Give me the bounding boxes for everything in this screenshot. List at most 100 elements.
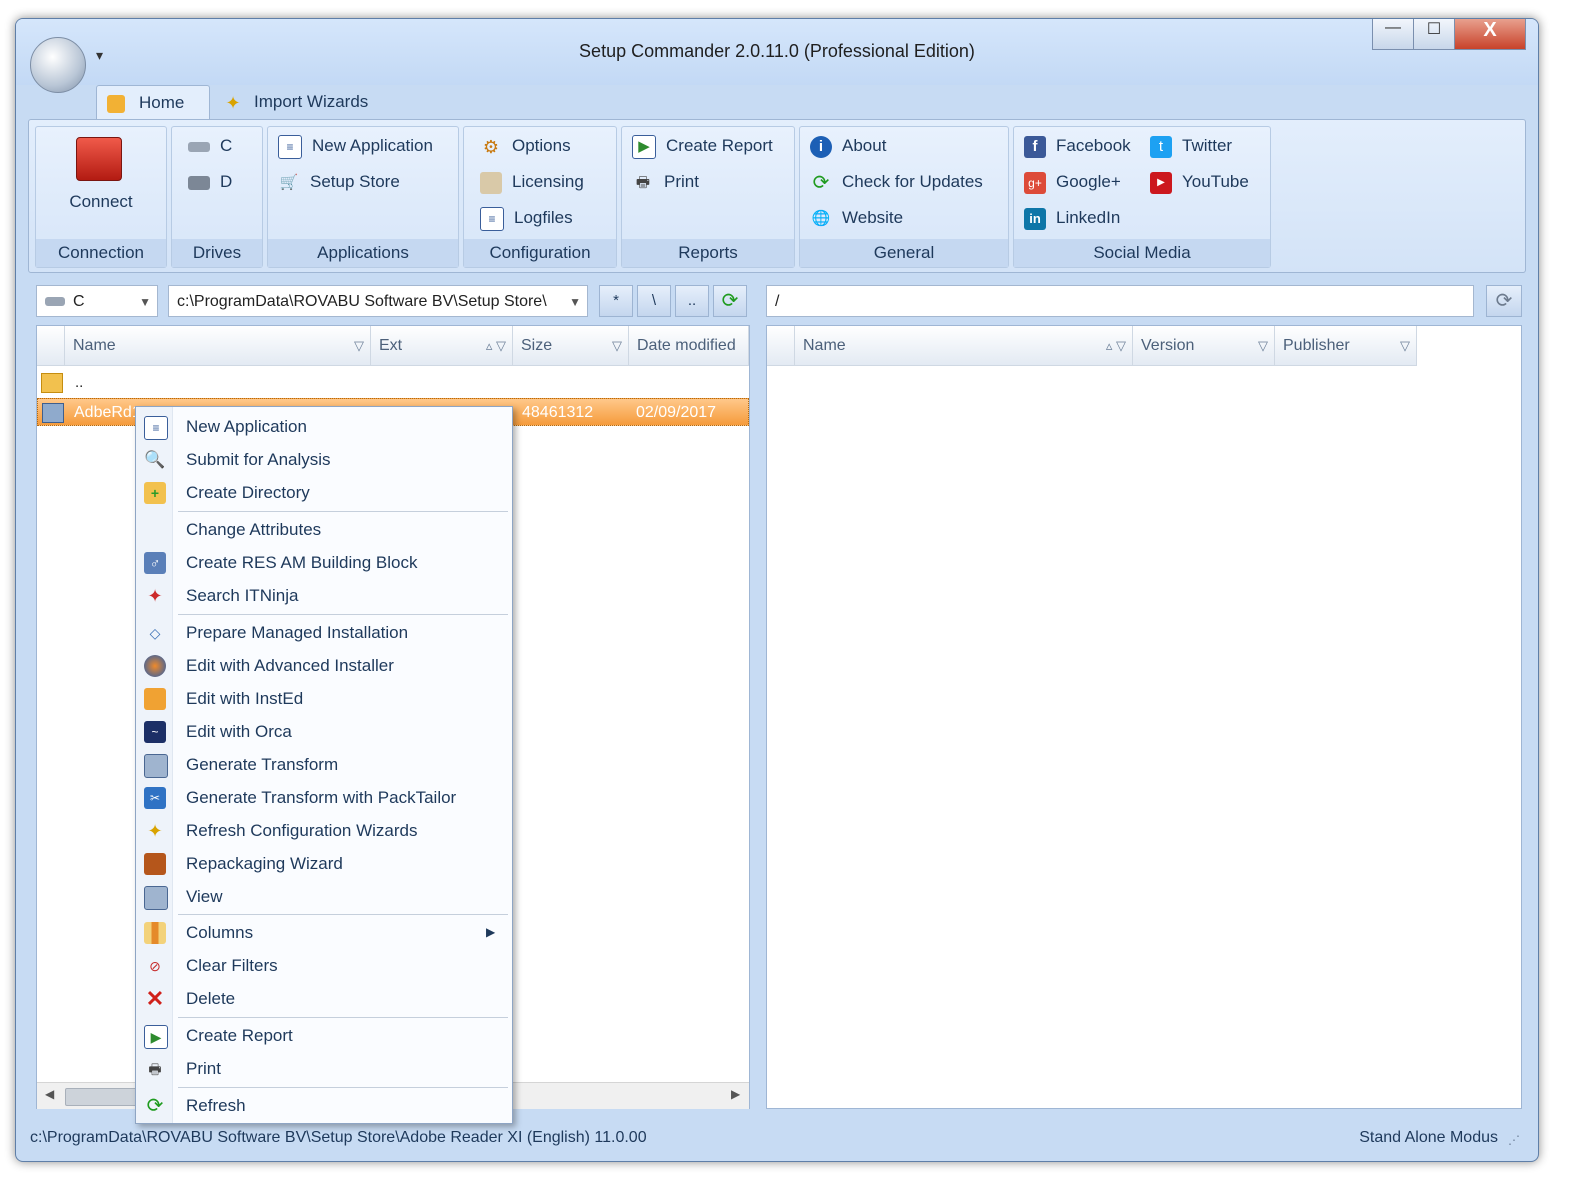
root-filter-button[interactable]: * — [599, 285, 633, 317]
twitter-icon: t — [1150, 135, 1172, 158]
column-header-size[interactable]: Size ▽ — [513, 326, 629, 366]
menu-item-clear-filters[interactable]: ⊘ Clear Filters — [136, 949, 512, 982]
scroll-left-icon[interactable]: ◀ — [45, 1087, 54, 1101]
window-title: Setup Commander 2.0.11.0 (Professional E… — [579, 41, 975, 61]
menu-item-prepare-managed-installation[interactable]: ◇ Prepare Managed Installation — [136, 616, 512, 649]
menu-item-print[interactable]: 🖶 Print — [136, 1052, 512, 1085]
right-path-input[interactable]: / — [766, 285, 1474, 317]
google-plus-button[interactable]: g+ Google+ — [1024, 169, 1121, 195]
print-button[interactable]: 🖶 Print — [632, 169, 699, 195]
scroll-right-icon[interactable]: ▶ — [731, 1087, 740, 1101]
close-button[interactable]: X — [1454, 19, 1526, 50]
menu-item-create-report[interactable]: ▶ Create Report — [136, 1019, 512, 1052]
menu-item-search-itninja[interactable]: ✦ Search ITNinja — [136, 579, 512, 612]
managed-install-icon: ◇ — [149, 625, 161, 641]
filter-icon[interactable]: ▽ — [1258, 326, 1268, 366]
context-menu: ≡ New Application 🔍 Submit for Analysis + C… — [135, 406, 513, 1124]
cd-drive-icon — [188, 175, 210, 190]
menu-item-create-directory[interactable]: + Create Directory — [136, 476, 512, 509]
status-bar: c:\ProgramData\ROVABU Software BV\Setup … — [28, 1121, 1524, 1155]
create-report-button[interactable]: ▶ Create Report — [632, 133, 773, 159]
resize-grip-icon[interactable]: ⋰ — [1508, 1123, 1520, 1157]
drive-select[interactable]: C ▼ — [36, 285, 158, 317]
google-plus-icon: g+ — [1024, 171, 1046, 194]
chevron-down-icon: ▼ — [139, 295, 151, 309]
column-header-name[interactable]: Name ▽ — [65, 326, 371, 366]
menu-item-new-application[interactable]: ≡ New Application — [136, 410, 512, 443]
column-header-version[interactable]: Version ▽ — [1133, 326, 1275, 366]
column-header-ext[interactable]: Ext ▵ ▽ — [371, 326, 513, 366]
menu-item-refresh-configuration-wizards[interactable]: ✦ Refresh Configuration Wizards — [136, 814, 512, 847]
menu-separator — [178, 614, 508, 615]
left-path-input[interactable]: c:\ProgramData\ROVABU Software BV\Setup … — [168, 285, 588, 317]
check-for-updates-button[interactable]: ⟳ Check for Updates — [810, 169, 983, 195]
status-mode: Stand Alone Modus — [1359, 1129, 1498, 1146]
right-refresh-button[interactable]: ⟳ — [1486, 285, 1522, 317]
menu-item-delete[interactable]: ✕ Delete — [136, 982, 512, 1015]
refresh-icon: ⟳ — [146, 1095, 164, 1117]
facebook-button[interactable]: f Facebook — [1024, 133, 1131, 159]
maximize-button[interactable]: ☐ — [1413, 19, 1455, 50]
connect-button[interactable]: Connect — [36, 189, 166, 215]
tab-import-wizards[interactable]: ✦ Import Wizards — [212, 85, 422, 119]
menu-separator — [178, 511, 508, 512]
facebook-icon: f — [1024, 135, 1046, 158]
group-reports: ▶ Create Report 🖶 Print Reports — [621, 126, 795, 268]
new-application-button[interactable]: ≡ New Application — [278, 133, 433, 159]
menu-item-repackaging-wizard[interactable]: Repackaging Wizard — [136, 847, 512, 880]
linkedin-button[interactable]: in LinkedIn — [1024, 205, 1120, 231]
submenu-arrow-icon: ▶ — [486, 925, 496, 939]
group-drives: C D Drives — [171, 126, 263, 268]
menu-item-change-attributes[interactable]: Change Attributes — [136, 513, 512, 546]
shopping-cart-icon: 🛒 — [279, 173, 299, 191]
drive-d-button[interactable]: D — [188, 169, 232, 195]
setup-store-button[interactable]: 🛒 Setup Store — [278, 169, 400, 195]
menu-separator — [178, 1017, 508, 1018]
menu-item-view[interactable]: View — [136, 880, 512, 913]
youtube-button[interactable]: ▶ YouTube — [1150, 169, 1249, 195]
column-header-publisher[interactable]: Publisher ▽ — [1275, 326, 1417, 366]
options-button[interactable]: ⚙ Options — [480, 133, 571, 159]
column-header-name[interactable]: Name ▵ ▽ — [795, 326, 1133, 366]
chevron-down-icon: ▼ — [569, 295, 581, 309]
menu-item-edit-with-advanced-installer[interactable]: Edit with Advanced Installer — [136, 649, 512, 682]
menu-item-generate-transform[interactable]: Generate Transform — [136, 748, 512, 781]
filter-icon[interactable]: ▽ — [612, 326, 622, 366]
refresh-icon: ⟳ — [1495, 290, 1513, 312]
menu-item-refresh[interactable]: ⟳ Refresh — [136, 1089, 512, 1122]
drive-c-button[interactable]: C — [188, 133, 232, 159]
filter-icon[interactable]: ▵ ▽ — [486, 326, 506, 366]
refresh-icon: ⟳ — [721, 290, 739, 312]
column-header-date-modified[interactable]: Date modified — [629, 326, 749, 366]
filter-icon[interactable]: ▽ — [1400, 326, 1410, 366]
menu-item-edit-with-insted[interactable]: Edit with InstEd — [136, 682, 512, 715]
twitter-button[interactable]: t Twitter — [1150, 133, 1232, 159]
drive-icon — [45, 297, 65, 307]
logfiles-button[interactable]: ≡ Logfiles — [480, 205, 573, 231]
table-row[interactable]: .. — [37, 370, 749, 396]
new-folder-icon: + — [144, 482, 166, 504]
packtailor-icon: ✂ — [144, 787, 166, 809]
parent-dir-button[interactable]: .. — [675, 285, 709, 317]
menu-item-create-res-am-building-block[interactable]: ♂ Create RES AM Building Block — [136, 546, 512, 579]
filter-icon[interactable]: ▽ — [354, 326, 364, 366]
group-label: General — [800, 239, 1008, 267]
menu-item-submit-for-analysis[interactable]: 🔍 Submit for Analysis — [136, 443, 512, 476]
minimize-button[interactable]: — — [1372, 19, 1414, 50]
left-refresh-button[interactable]: ⟳ — [713, 285, 747, 317]
menu-item-edit-with-orca[interactable]: ~ Edit with Orca — [136, 715, 512, 748]
orca-whale-icon: ~ — [144, 721, 166, 743]
menu-item-columns[interactable]: Columns ▶ — [136, 916, 512, 949]
root-dir-button[interactable]: \ — [637, 285, 671, 317]
website-button[interactable]: 🌐 Website — [810, 205, 903, 231]
insted-box-icon — [144, 688, 166, 710]
advanced-installer-icon — [144, 655, 166, 677]
filter-icon[interactable]: ▵ ▽ — [1106, 326, 1126, 366]
about-button[interactable]: i About — [810, 133, 886, 159]
group-social-media: f Facebook t Twitter g+ Google+ ▶ YouTube in… — [1013, 126, 1271, 268]
magic-wand-icon: ✦ — [225, 92, 241, 113]
tab-home[interactable]: Home — [96, 85, 210, 120]
clear-filter-icon: ⊘ — [149, 958, 161, 974]
licensing-button[interactable]: Licensing — [480, 169, 584, 195]
menu-item-generate-transform-with-packtailor[interactable]: ✂ Generate Transform with PackTailor — [136, 781, 512, 814]
